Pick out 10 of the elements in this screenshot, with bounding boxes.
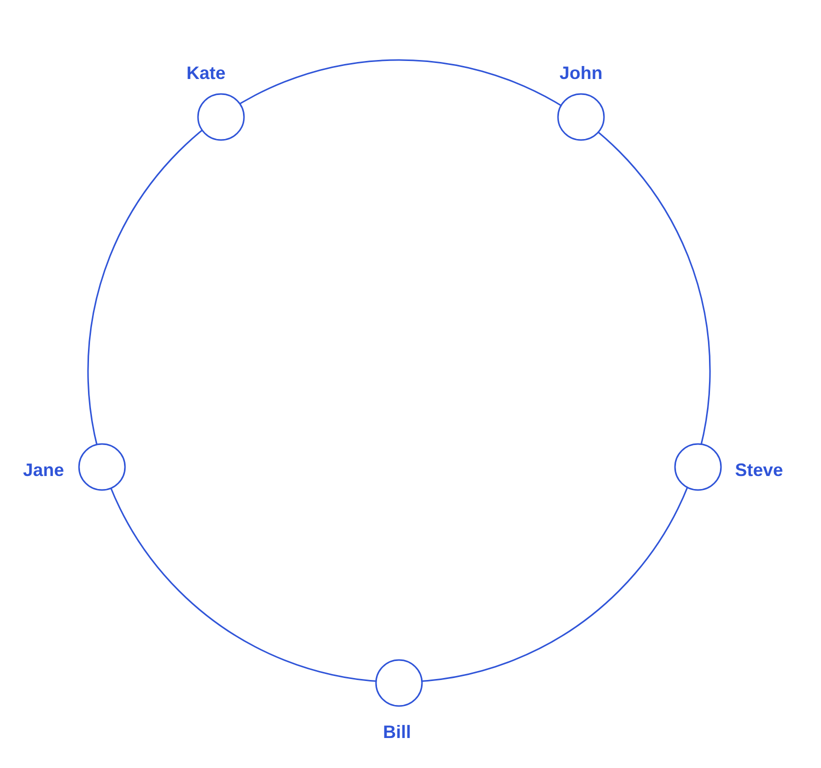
- node-circle: [674, 443, 722, 491]
- node-label: Steve: [735, 460, 784, 480]
- node-label: John: [560, 63, 602, 83]
- node-circle: [557, 93, 605, 141]
- node-label: Kate: [186, 63, 226, 83]
- node-circle: [375, 659, 423, 707]
- node-circle: [197, 93, 245, 141]
- node-label: Bill: [383, 722, 411, 742]
- node-label: Jane: [22, 460, 64, 480]
- node-circle: [78, 443, 126, 491]
